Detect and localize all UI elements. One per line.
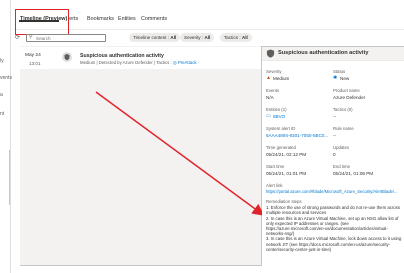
filter-value: All xyxy=(170,35,177,40)
search-box[interactable]: ⚲ xyxy=(26,34,106,42)
filter-label: Tactics : xyxy=(224,35,242,40)
product-value: Azure Defender xyxy=(333,95,366,100)
shield-icon xyxy=(266,49,275,58)
remediation-line: 3. In case this is an Azure Virtual Mach… xyxy=(266,236,402,242)
timeline-pane xyxy=(20,46,261,265)
event-meta: Medium | Detected by Azure Defender | Ta… xyxy=(80,60,172,65)
tactics-value: -- xyxy=(333,114,337,119)
filter-label: Severity : xyxy=(184,35,205,40)
tactics-label: Tactics (0) xyxy=(333,107,353,112)
start-time-value: 05/24/21, 01:01 PM xyxy=(266,171,307,176)
shield-icon xyxy=(62,52,72,62)
time-generated-value: 05/24/21, 02:12 PM xyxy=(266,152,307,157)
alert-id-link[interactable]: 6AAA4894-9301-7050-5BC0... xyxy=(266,133,328,138)
alert-link[interactable]: https://portal.azure.com/#blade/Microsof… xyxy=(266,189,398,194)
start-time-label: Start time xyxy=(266,164,285,169)
sidebar-fragment: a xyxy=(0,92,3,98)
updates-label: Updates xyxy=(333,145,350,150)
search-icon: ⚲ xyxy=(29,34,33,40)
filter-value: All xyxy=(241,35,248,40)
filter-value: All xyxy=(204,35,211,40)
refresh-icon[interactable]: ⟳ xyxy=(15,34,24,42)
tab-entities[interactable]: Entities xyxy=(118,16,136,22)
remediation-label: Remediation steps xyxy=(266,199,302,204)
status-circle-icon: ◎ xyxy=(172,60,177,65)
timeline-event-card[interactable]: May 24 13:01 Suspicious authentication a… xyxy=(20,47,261,69)
app-sidebar-edge: ly vents a nt xyxy=(0,0,12,273)
tab-bar: Timeline (Preview) lerts Bookmarks Entit… xyxy=(14,10,404,30)
event-date: May 24 xyxy=(25,53,41,58)
status-new-icon: ✱ xyxy=(333,75,338,81)
end-time-value: 05/24/21, 01:08 PM xyxy=(333,171,374,176)
filter-label: Timeline content : xyxy=(133,35,171,40)
warning-icon: ▲ xyxy=(266,75,271,81)
remediation-section: Remediation steps 1. Enforce the use of … xyxy=(266,199,402,252)
sidebar-scrollbar[interactable] xyxy=(9,150,10,205)
severity-value: Medium xyxy=(273,76,290,81)
status-value: New xyxy=(340,76,350,81)
rule-value: -- xyxy=(333,133,337,138)
filter-timeline-content[interactable]: Timeline content : All xyxy=(129,33,181,42)
time-generated-label: Time generated xyxy=(266,145,296,150)
filter-severity[interactable]: Severity : All xyxy=(180,33,215,42)
sidebar-fragment: vents xyxy=(0,75,12,81)
annotation-highlight-box xyxy=(15,9,69,35)
alert-details-panel: Suspicious authentication activity Sever… xyxy=(262,46,404,273)
event-subtitle: Medium | Detected by Azure Defender | Ta… xyxy=(80,60,197,66)
events-value: N/A xyxy=(266,95,274,100)
event-title: Suspicious authentication activity xyxy=(80,53,164,59)
updates-value: 0 xyxy=(333,152,336,157)
status-label: Status xyxy=(333,69,346,74)
end-time-label: End time xyxy=(333,164,350,169)
entities-label: Entities (1) xyxy=(266,107,287,112)
severity-label: Severity xyxy=(266,69,282,74)
rule-label: Rule name xyxy=(333,126,354,131)
remediation-line: center/security-center-just-in-time) xyxy=(266,246,332,252)
tab-comments[interactable]: Comments xyxy=(141,16,167,22)
search-input[interactable] xyxy=(36,35,104,41)
details-header: Suspicious authentication activity xyxy=(262,47,404,61)
events-label: Events xyxy=(266,88,280,93)
tab-alerts[interactable]: lerts xyxy=(68,16,78,22)
product-label: Product name xyxy=(333,88,360,93)
filter-tactics[interactable]: Tactics : All xyxy=(220,33,252,42)
tab-bookmarks[interactable]: Bookmarks xyxy=(87,16,114,22)
entity-link[interactable]: 6BVO xyxy=(273,114,285,119)
details-title: Suspicious authentication activity xyxy=(278,50,369,56)
event-tactic: PreAttack xyxy=(177,60,197,65)
sidebar-fragment: nt xyxy=(0,111,5,117)
computer-icon: ▭ xyxy=(266,113,271,119)
alert-link-label: Alert link xyxy=(266,183,283,188)
event-time: 13:01 xyxy=(29,61,41,66)
sidebar-fragment: ly xyxy=(0,58,4,64)
alert-id-label: System alert ID xyxy=(266,126,296,131)
